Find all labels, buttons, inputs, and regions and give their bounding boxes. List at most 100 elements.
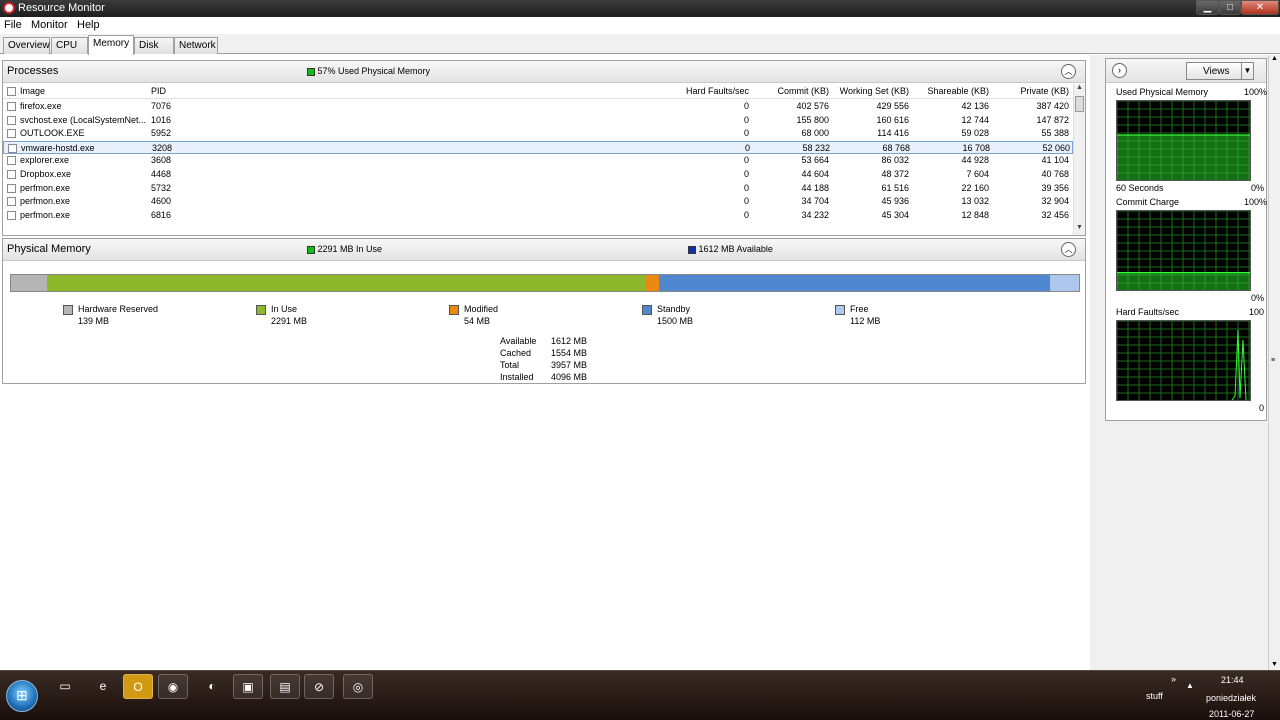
cell-share: 12 744 <box>961 114 989 125</box>
table-row[interactable]: firefox.exe 7076 0 402 576 429 556 42 136 387 … <box>3 100 1073 114</box>
scroll-down-icon[interactable]: ▼ <box>1074 224 1085 235</box>
row-checkbox[interactable] <box>8 143 17 153</box>
legend-swatch <box>449 305 459 315</box>
legend-label: Modified <box>464 304 499 314</box>
command-prompt-icon[interactable]: ▣ <box>233 674 263 699</box>
resource-monitor-icon <box>3 2 15 14</box>
physical-memory-header[interactable]: Physical Memory 2291 MB In Use 1612 MB A… <box>3 239 1085 261</box>
right-scrollbar[interactable]: ▲ ≡ ▼ <box>1268 55 1280 670</box>
physical-memory-panel: Physical Memory 2291 MB In Use 1612 MB A… <box>2 238 1086 384</box>
memory-stat-row: Installed 4096 MB <box>500 372 620 384</box>
processes-panel: Processes 57% Used Physical Memory ︿ Ima… <box>2 60 1086 236</box>
stat-key: Cached <box>500 348 532 358</box>
row-checkbox[interactable] <box>7 115 16 125</box>
table-row[interactable]: perfmon.exe 5732 0 44 188 61 516 22 160 39 356 <box>3 182 1073 196</box>
show-hidden-icons-icon[interactable]: ▲ <box>1186 681 1194 690</box>
cell-faults: 0 <box>743 114 749 125</box>
cell-share: 13 032 <box>961 196 989 207</box>
expand-pane-icon[interactable]: › <box>1112 63 1127 78</box>
menu-file[interactable]: File <box>4 19 22 31</box>
outlook-icon[interactable]: O <box>123 674 153 699</box>
col-pid[interactable]: PID <box>151 86 166 96</box>
cell-pid: 7076 <box>151 101 172 111</box>
legend-label: In Use <box>271 304 298 314</box>
table-row[interactable]: svchost.exe (LocalSystemNet... 1016 0 155 8… <box>3 114 1073 128</box>
legend-swatch <box>835 305 845 315</box>
collapse-processes-button[interactable]: ︿ <box>1061 64 1076 79</box>
graph-canvas <box>1116 210 1251 291</box>
processes-header[interactable]: Processes 57% Used Physical Memory ︿ <box>3 61 1085 83</box>
row-checkbox[interactable] <box>7 129 16 139</box>
cell-share: 42 136 <box>961 101 989 111</box>
table-row[interactable]: OUTLOOK.EXE 5952 0 68 000 114 416 59 028 55 38… <box>3 127 1073 141</box>
cell-image: OUTLOOK.EXE <box>20 128 85 139</box>
col-working-set[interactable]: Working Set (KB) <box>833 86 909 96</box>
tab-cpu[interactable]: CPU <box>51 37 88 54</box>
table-row[interactable]: Dropbox.exe 4468 0 44 604 48 372 7 604 40 768 <box>3 168 1073 182</box>
thunderbird-icon[interactable]: ◐ <box>197 674 227 699</box>
table-row[interactable]: explorer.exe 3608 0 53 664 86 032 44 928 41 10… <box>3 154 1073 168</box>
cell-image: Dropbox.exe <box>20 168 72 179</box>
row-checkbox[interactable] <box>7 183 16 193</box>
cell-commit: 58 232 <box>802 142 830 153</box>
row-checkbox[interactable] <box>7 169 16 179</box>
tab-disk[interactable]: Disk <box>134 37 174 54</box>
cell-image: perfmon.exe <box>20 209 71 220</box>
clock-time[interactable]: 21:44 <box>1221 675 1244 685</box>
clock-date[interactable]: 2011-06-27 <box>1209 709 1254 719</box>
explorer-folder-icon[interactable]: ▭ <box>50 674 80 699</box>
menu-monitor[interactable]: Monitor <box>31 19 68 31</box>
legend-label: Standby <box>657 304 691 314</box>
tray-toolbar-label[interactable]: stuff <box>1146 691 1163 701</box>
maximize-button[interactable]: □ <box>1219 0 1241 15</box>
blue-swatch <box>688 245 696 254</box>
scroll-thumb[interactable] <box>1075 96 1084 112</box>
close-button[interactable]: ✕ <box>1241 0 1279 15</box>
table-row[interactable]: perfmon.exe 6816 0 34 232 45 304 12 848 32 456 <box>3 209 1073 223</box>
graph-canvas <box>1116 100 1251 181</box>
network-monitor-icon[interactable]: ◎ <box>343 674 373 699</box>
clock-day[interactable]: poniedziałek <box>1206 693 1256 703</box>
row-checkbox[interactable] <box>7 197 16 207</box>
resource-monitor-taskbar-icon[interactable]: ⊘ <box>304 674 334 699</box>
menu-help[interactable]: Help <box>77 19 100 31</box>
row-checkbox[interactable] <box>7 102 16 111</box>
collapse-physical-button[interactable]: ︿ <box>1061 242 1076 257</box>
cell-image: perfmon.exe <box>20 182 71 193</box>
table-row[interactable]: vmware-hostd.exe 3208 0 58 232 68 768 16 708 5… <box>3 140 1073 155</box>
views-dropdown[interactable]: Views ▼ <box>1186 62 1254 80</box>
stat-value: 1554 MB <box>551 348 588 358</box>
col-commit[interactable]: Commit (KB) <box>753 86 830 96</box>
cell-faults: 0 <box>743 168 749 179</box>
internet-explorer-icon[interactable]: e <box>88 674 118 699</box>
select-all-checkbox[interactable] <box>7 87 16 96</box>
scroll-up-icon[interactable]: ▲ <box>1271 55 1278 62</box>
col-private[interactable]: Private (KB) <box>993 86 1069 96</box>
tab-overview[interactable]: Overview <box>3 37 50 54</box>
col-image[interactable]: Image <box>20 86 45 96</box>
legend-label: Hardware Reserved <box>78 304 159 314</box>
processes-scrollbar[interactable]: ▲ ▼ <box>1073 84 1085 235</box>
minimize-button[interactable]: ▁ <box>1196 0 1219 15</box>
cell-priv: 52 060 <box>1042 142 1070 153</box>
scroll-up-icon[interactable]: ▲ <box>1074 84 1085 95</box>
firefox-icon[interactable]: ◉ <box>158 674 188 699</box>
cell-ws: 45 936 <box>881 196 909 207</box>
col-hard-faults[interactable]: Hard Faults/sec <box>663 86 749 96</box>
cell-ws: 86 032 <box>881 155 909 166</box>
graph-title: Hard Faults/sec <box>1116 307 1180 317</box>
start-button[interactable]: ⊞ <box>6 680 38 712</box>
tab-memory[interactable]: Memory <box>88 35 134 55</box>
cell-commit: 53 664 <box>801 155 829 166</box>
scroll-down-icon[interactable]: ▼ <box>1271 661 1278 668</box>
tray-expand-icon[interactable]: » <box>1171 674 1176 684</box>
table-row[interactable]: perfmon.exe 4600 0 34 704 45 936 13 032 32 904 <box>3 195 1073 209</box>
col-shareable[interactable]: Shareable (KB) <box>913 86 989 96</box>
row-checkbox[interactable] <box>7 210 16 220</box>
tab-network[interactable]: Network <box>174 37 218 54</box>
cell-commit: 68 000 <box>801 128 829 139</box>
cell-pid: 5732 <box>151 182 172 193</box>
row-checkbox[interactable] <box>7 156 16 166</box>
remote-desktop-icon[interactable]: ▤ <box>270 674 300 699</box>
splitter-grip-icon[interactable]: ≡ <box>1271 357 1275 364</box>
